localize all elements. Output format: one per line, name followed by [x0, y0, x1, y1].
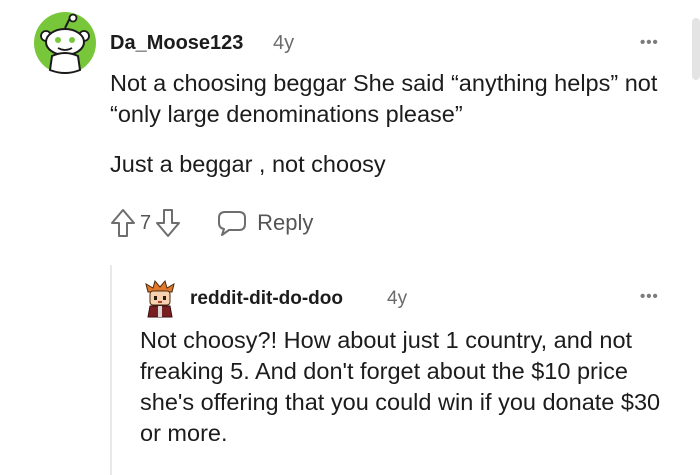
reddit-snoo-avatar-icon — [34, 12, 96, 74]
avatar[interactable] — [34, 12, 96, 74]
reply-more-options-button[interactable]: ••• — [640, 288, 659, 305]
scrollbar-thumb[interactable] — [692, 18, 700, 80]
speech-bubble-icon — [218, 211, 247, 236]
reply-body: Not choosy?! How about just 1 country, a… — [140, 325, 680, 449]
reply-button[interactable]: Reply — [217, 209, 313, 237]
comment-paragraph: Just a beggar , not choosy — [110, 151, 386, 177]
more-options-button[interactable]: ••• — [640, 34, 659, 51]
comment-actions: 7 Reply — [110, 206, 313, 240]
pixel-character-icon — [145, 279, 175, 318]
reply-age: 4y — [387, 288, 408, 309]
reply-paragraph: Not choosy?! How about just 1 country, a… — [140, 327, 661, 446]
comment-username[interactable]: Da_Moose123 — [110, 32, 243, 55]
comment-age: 4y — [273, 32, 295, 54]
reply-label: Reply — [257, 210, 314, 235]
thread-line[interactable] — [110, 265, 112, 475]
upvote-button[interactable] — [110, 208, 136, 238]
comment-paragraph: Not a choosing beggar She said “anything… — [110, 70, 658, 127]
comment-body: Not a choosing beggar She said “anything… — [110, 68, 670, 180]
vote-count: 7 — [140, 211, 152, 234]
reply-avatar[interactable] — [140, 278, 180, 318]
reply-username[interactable]: reddit-dit-do-doo — [190, 288, 343, 310]
downvote-arrow-icon — [156, 209, 181, 237]
upvote-arrow-icon — [111, 209, 135, 237]
downvote-button[interactable] — [155, 208, 181, 238]
